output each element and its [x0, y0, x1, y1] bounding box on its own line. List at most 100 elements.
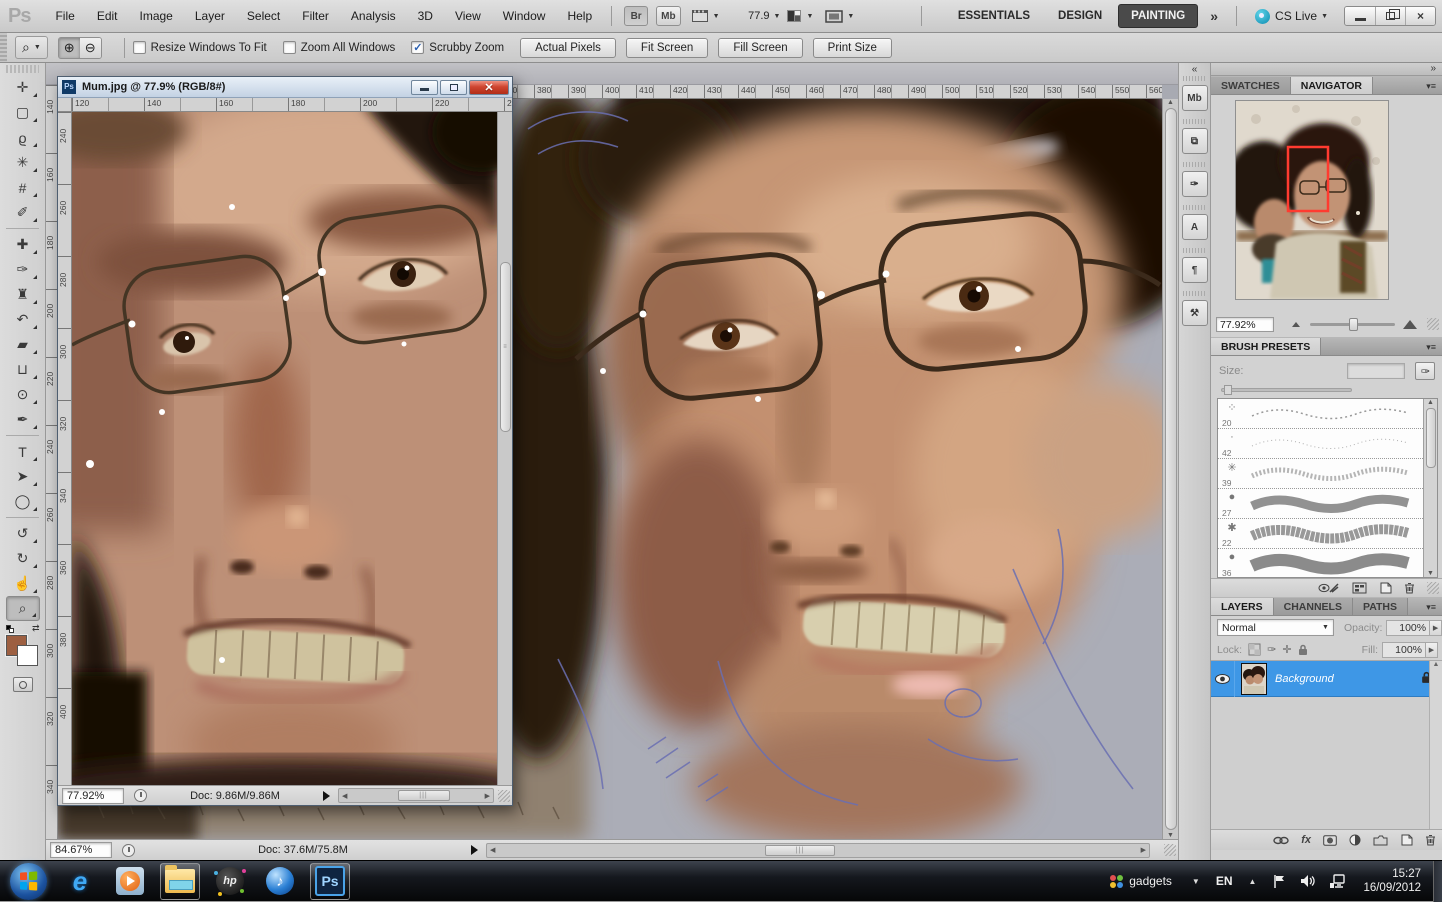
scrollbar-thumb[interactable]: |||: [765, 845, 835, 856]
scroll-down-icon[interactable]: ▼: [1167, 832, 1174, 839]
language-indicator[interactable]: EN: [1216, 874, 1233, 888]
brush-preset-item[interactable]: · 42: [1218, 429, 1423, 459]
tool-button[interactable]: ✛: [6, 75, 40, 100]
doc-minimize-button[interactable]: [411, 80, 438, 95]
menu-item[interactable]: Filter: [291, 0, 340, 33]
collapse-dock-chevron[interactable]: »: [1211, 63, 1442, 76]
brush-list-scrollbar[interactable]: ▲ ▼: [1423, 399, 1437, 577]
navigator-zoom-field[interactable]: 77.92%: [1216, 317, 1274, 332]
tool-button[interactable]: ✑: [6, 257, 40, 282]
tool-button[interactable]: ↶: [6, 307, 40, 332]
zoom-out-icon[interactable]: [1292, 322, 1300, 327]
tool-button[interactable]: ◯: [6, 489, 40, 514]
tool-button[interactable]: ♜: [6, 282, 40, 307]
canvas-vertical-scrollbar[interactable]: ▲ ▼: [1162, 99, 1178, 839]
tool-button[interactable]: ϱ: [6, 125, 40, 150]
layer-style-icon[interactable]: fx: [1301, 834, 1311, 846]
tab-swatches[interactable]: SWATCHES: [1211, 77, 1291, 94]
menu-item[interactable]: Help: [556, 0, 603, 33]
navigator-zoom-slider[interactable]: [1310, 323, 1395, 326]
tool-button[interactable]: ↻: [6, 546, 40, 571]
zoom-level-field[interactable]: 77.9: [726, 10, 770, 22]
dock-panel-icon[interactable]: ⧉: [1182, 128, 1208, 154]
tray-gadgets[interactable]: gadgets: [1110, 874, 1172, 888]
fill-spinner[interactable]: ▶: [1426, 642, 1438, 658]
menu-item[interactable]: File: [44, 0, 85, 33]
zoom-in-button[interactable]: ⊕: [59, 38, 80, 58]
tool-button[interactable]: ✳: [6, 150, 40, 175]
zoom-preset-button[interactable]: Actual Pixels: [520, 38, 616, 58]
tray-clock[interactable]: 15:27 16/09/2012: [1363, 867, 1421, 896]
workspace-design[interactable]: DESIGN: [1046, 5, 1114, 27]
close-button[interactable]: ×: [1405, 7, 1435, 25]
document-window-mum[interactable]: Ps Mum.jpg @ 77.9% (RGB/8#) ✕ 1201401601…: [57, 76, 513, 806]
expand-dock-chevron[interactable]: «: [1179, 63, 1210, 76]
scrollbar-thumb[interactable]: ≡: [500, 262, 511, 432]
lock-all-icon[interactable]: [1298, 644, 1308, 656]
menu-item[interactable]: Edit: [86, 0, 129, 33]
taskbar-hp[interactable]: hp: [210, 863, 250, 900]
background-color-swatch[interactable]: [17, 645, 38, 666]
photo-canvas[interactable]: [72, 112, 498, 785]
status-options-arrow[interactable]: [323, 791, 330, 801]
scroll-right-icon[interactable]: ▶: [1141, 846, 1146, 854]
new-brush-icon[interactable]: [1379, 582, 1392, 594]
slider-thumb[interactable]: [1224, 385, 1232, 395]
tab-brush-presets[interactable]: BRUSH PRESETS: [1211, 338, 1321, 355]
opacity-spinner[interactable]: ▶: [1430, 620, 1442, 636]
tool-button[interactable]: ✒: [6, 407, 40, 432]
swap-colors-icon[interactable]: ⇄: [32, 623, 40, 634]
doc-zoom-field[interactable]: 77.92%: [62, 788, 124, 804]
cs-live-button[interactable]: CS Live ▼: [1255, 9, 1328, 24]
zoom-out-button[interactable]: ⊖: [80, 38, 101, 58]
menu-item[interactable]: Layer: [184, 0, 236, 33]
tool-button[interactable]: ☝: [6, 571, 40, 596]
menu-item[interactable]: 3D: [407, 0, 444, 33]
menu-item[interactable]: Window: [492, 0, 557, 33]
tab-channels[interactable]: CHANNELS: [1274, 598, 1353, 615]
workspace-painting[interactable]: PAINTING: [1118, 4, 1198, 28]
lock-position-icon[interactable]: ✛: [1282, 643, 1291, 656]
scroll-left-icon[interactable]: ◀: [490, 846, 495, 854]
lock-paint-icon[interactable]: ✑: [1267, 643, 1276, 656]
mini-bridge-button[interactable]: Mb: [656, 6, 680, 26]
adjustment-layer-icon[interactable]: [1349, 834, 1361, 846]
opacity-value[interactable]: 100%: [1386, 620, 1430, 636]
quick-mask-button[interactable]: [13, 677, 33, 692]
taskbar-itunes[interactable]: ♪: [260, 863, 300, 900]
add-mask-icon[interactable]: [1323, 835, 1337, 846]
tool-button[interactable]: ▰: [6, 332, 40, 357]
brush-preset-item[interactable]: ✱ 22: [1218, 519, 1423, 549]
link-layers-icon[interactable]: [1273, 836, 1289, 845]
scroll-down-icon[interactable]: ▼: [1427, 570, 1434, 577]
tool-button[interactable]: ⊔: [6, 357, 40, 382]
minimize-button[interactable]: [1345, 7, 1375, 25]
scroll-right-icon[interactable]: ▶: [485, 792, 490, 800]
tool-button[interactable]: ⊙: [6, 382, 40, 407]
tool-button[interactable]: ▢: [6, 100, 40, 125]
volume-icon[interactable]: [1300, 874, 1315, 888]
document-titlebar[interactable]: Ps Mum.jpg @ 77.9% (RGB/8#) ✕: [58, 77, 512, 98]
blend-mode-select[interactable]: Normal ▼: [1217, 619, 1334, 636]
zoom-preset-button[interactable]: Fit Screen: [626, 38, 708, 58]
layer-visibility-toggle[interactable]: [1211, 661, 1235, 697]
launch-bridge-button[interactable]: Br: [624, 6, 648, 26]
status-options-arrow[interactable]: [471, 845, 478, 855]
brush-preset-item[interactable]: ● 36: [1218, 549, 1423, 578]
dock-panel-icon[interactable]: ✑: [1182, 171, 1208, 197]
brush-preset-item[interactable]: ✳ 39: [1218, 459, 1423, 489]
restore-button[interactable]: [1375, 7, 1405, 25]
tool-button[interactable]: ↺: [6, 521, 40, 546]
checkbox-scrubby-zoom[interactable]: ✓ Scrubby Zoom: [411, 41, 504, 54]
dock-panel-icon[interactable]: A: [1182, 214, 1208, 240]
navigator-thumbnail[interactable]: [1235, 100, 1389, 300]
brush-size-field[interactable]: [1347, 363, 1405, 379]
taskbar-media-player[interactable]: [110, 863, 150, 900]
screen-mode-icon[interactable]: ▼: [825, 10, 854, 23]
panel-grip[interactable]: [6, 65, 39, 73]
zoom-preset-button[interactable]: Print Size: [813, 38, 892, 58]
open-preset-manager-icon[interactable]: [1352, 582, 1367, 594]
layer-row-background[interactable]: Background: [1211, 661, 1442, 697]
new-layer-icon[interactable]: [1400, 834, 1413, 846]
dock-panel-icon[interactable]: ⚒: [1182, 300, 1208, 326]
